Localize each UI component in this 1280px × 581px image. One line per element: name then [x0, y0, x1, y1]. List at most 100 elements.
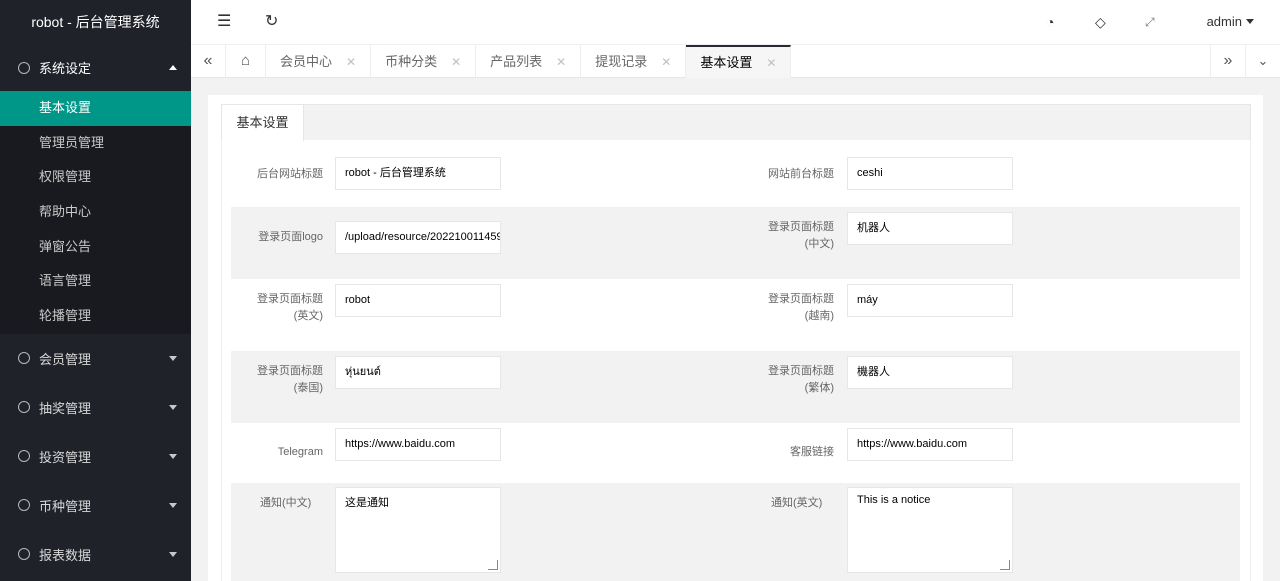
sidebar-group-label: 抽奖管理 [39, 400, 92, 416]
chevron-down-icon [169, 405, 177, 411]
chevron-down-icon [169, 356, 177, 362]
page-tabs-bar: « ⌂ 会员中心 ✕ 币种分类 ✕ 产品列表 ✕ 提现记录 ✕ 基本设置 ✕ » ⌄ [191, 44, 1280, 78]
user-icon [18, 352, 30, 365]
sidebar-item-help-center[interactable]: 帮助中心 [0, 195, 191, 230]
tab-product-list[interactable]: 产品列表 ✕ [476, 45, 582, 78]
tabs-scroll-right-icon[interactable]: » [1210, 45, 1245, 78]
tab-basic-settings[interactable]: 基本设置 ✕ [686, 45, 792, 78]
label-line: (繁体) [804, 382, 834, 394]
tab-label: 会员中心 [280, 54, 333, 69]
menu-collapse-icon[interactable]: ☰ [217, 12, 231, 32]
sidebar-item-language-manage[interactable]: 语言管理 [0, 264, 191, 299]
service-link-label: 客服链接 [790, 446, 834, 458]
label-line: 登录页面标题 [768, 293, 834, 305]
login-title-tw-input[interactable]: 機器人 [847, 356, 1013, 389]
sidebar-item-basic-settings[interactable]: 基本设置 [0, 91, 191, 126]
settings-tabs: 基本设置 [221, 104, 1251, 141]
login-title-en-input[interactable]: robot [335, 284, 501, 317]
sidebar-item-popup-notice[interactable]: 弹窗公告 [0, 230, 191, 265]
label-line: 登录页面标题 [257, 365, 323, 377]
label-line: 登录页面标题 [768, 221, 834, 233]
sidebar: robot - 后台管理系统 系统设定 基本设置 管理员管理 权限管理 帮助中心… [0, 0, 191, 581]
snowflake-icon [18, 450, 30, 463]
admin-title-label: 后台网站标题 [257, 168, 323, 180]
sidebar-group-investment[interactable]: 投资管理 [0, 432, 191, 481]
sidebar-group-currency[interactable]: 币种管理 [0, 481, 191, 530]
sidebar-group-label: 投资管理 [39, 449, 92, 465]
tab-label: 提现记录 [595, 54, 648, 69]
sidebar-item-admin-manage[interactable]: 管理员管理 [0, 126, 191, 161]
sidebar-group-system[interactable]: 系统设定 [0, 44, 191, 91]
service-link-input[interactable]: https://www.baidu.com [847, 428, 1013, 461]
home-icon[interactable]: ⌂ [226, 45, 266, 78]
front-title-input[interactable]: ceshi [847, 157, 1013, 190]
form-row: 登录页面logo /upload/resource/20221001145910… [231, 207, 1240, 279]
chevron-up-icon [169, 64, 177, 70]
palette-icon[interactable]: ◔ [1046, 12, 1054, 32]
close-icon[interactable]: ✕ [556, 55, 566, 69]
form-row: 登录页面标题 (英文) robot 登录页面标题 (越南) máy [231, 279, 1240, 351]
telegram-input[interactable]: https://www.baidu.com [335, 428, 501, 461]
close-icon[interactable]: ✕ [661, 55, 671, 69]
chevron-down-icon [169, 552, 177, 558]
notice-zh-label: 通知(中文) [260, 497, 312, 509]
sidebar-group-reports[interactable]: 报表数据 [0, 530, 191, 579]
snowflake-icon [18, 401, 30, 414]
sidebar-group-label: 会员管理 [39, 351, 92, 367]
login-logo-label: 登录页面logo [258, 231, 323, 243]
textarea-text: This is a notice [857, 494, 931, 506]
fullscreen-icon[interactable]: ⤢ [1145, 12, 1155, 32]
login-title-vi-input[interactable]: máy [847, 284, 1013, 317]
form-row: 登录页面标题 (泰国) หุ่นยนต์ 登录页面标题 (繁体) 機器人 [231, 351, 1240, 423]
login-title-zh-input[interactable]: 机器人 [847, 212, 1013, 245]
login-title-th-label: 登录页面标题 (泰国) [231, 363, 323, 397]
tag-icon[interactable]: ◇ [1095, 12, 1106, 32]
login-logo-input[interactable]: /upload/resource/20221001145910 [335, 221, 501, 254]
tabs-more-icon[interactable]: ⌄ [1245, 45, 1280, 78]
sidebar-group-label: 系统设定 [39, 61, 92, 76]
resize-grip-icon[interactable] [488, 560, 498, 570]
sidebar-group-label: 币种管理 [39, 498, 92, 514]
sidebar-item-carousel-manage[interactable]: 轮播管理 [0, 299, 191, 334]
tab-label: 基本设置 [700, 55, 753, 70]
resize-grip-icon[interactable] [1000, 560, 1010, 570]
chevron-down-icon [169, 454, 177, 460]
sidebar-group-members[interactable]: 会员管理 [0, 334, 191, 383]
label-line: (英文) [293, 310, 323, 322]
close-icon[interactable]: ✕ [346, 55, 356, 69]
refresh-icon[interactable]: ↻ [265, 12, 278, 32]
sidebar-group-lottery[interactable]: 抽奖管理 [0, 383, 191, 432]
label-line: (中文) [804, 238, 834, 250]
form-row: Telegram https://www.baidu.com 客服链接 http… [231, 423, 1240, 483]
gear-icon [18, 61, 30, 74]
close-icon[interactable]: ✕ [451, 55, 461, 69]
front-title-label: 网站前台标题 [768, 168, 834, 180]
page-tabs: 会员中心 ✕ 币种分类 ✕ 产品列表 ✕ 提现记录 ✕ 基本设置 ✕ [266, 45, 792, 78]
label-line: 登录页面标题 [768, 365, 834, 377]
sidebar-group-label: 报表数据 [39, 547, 92, 563]
settings-form: 后台网站标题 robot - 后台管理系统 网站前台标题 ceshi 登录页面l… [221, 140, 1251, 581]
label-line: (泰国) [293, 382, 323, 394]
snowflake-icon [18, 499, 30, 512]
notice-zh-textarea[interactable]: 这是通知 [335, 487, 501, 573]
form-row: 后台网站标题 robot - 后台管理系统 网站前台标题 ceshi [231, 140, 1240, 207]
tabs-scroll-left-icon[interactable]: « [191, 45, 226, 78]
user-menu[interactable]: admin [1207, 14, 1242, 29]
sidebar-item-permission-manage[interactable]: 权限管理 [0, 160, 191, 195]
notice-en-textarea[interactable]: This is a notice [847, 487, 1013, 573]
tab-currency-category[interactable]: 币种分类 ✕ [371, 45, 477, 78]
label-line: 登录页面标题 [257, 293, 323, 305]
form-row: 通知(中文) 这是通知 通知(英文) This is a notice [231, 483, 1240, 581]
tab-member-center[interactable]: 会员中心 ✕ [266, 45, 372, 78]
caret-down-icon [1246, 19, 1254, 24]
tab-label: 产品列表 [490, 54, 543, 69]
admin-title-input[interactable]: robot - 后台管理系统 [335, 157, 501, 190]
label-line: (越南) [804, 310, 834, 322]
close-icon[interactable]: ✕ [766, 56, 776, 70]
login-title-th-input[interactable]: หุ่นยนต์ [335, 356, 501, 389]
telegram-label: Telegram [277, 446, 323, 458]
login-title-en-label: 登录页面标题 (英文) [231, 291, 323, 325]
tab-basic-settings-inner[interactable]: 基本设置 [222, 105, 304, 141]
chevron-down-icon [169, 503, 177, 509]
tab-withdraw-records[interactable]: 提现记录 ✕ [581, 45, 687, 78]
